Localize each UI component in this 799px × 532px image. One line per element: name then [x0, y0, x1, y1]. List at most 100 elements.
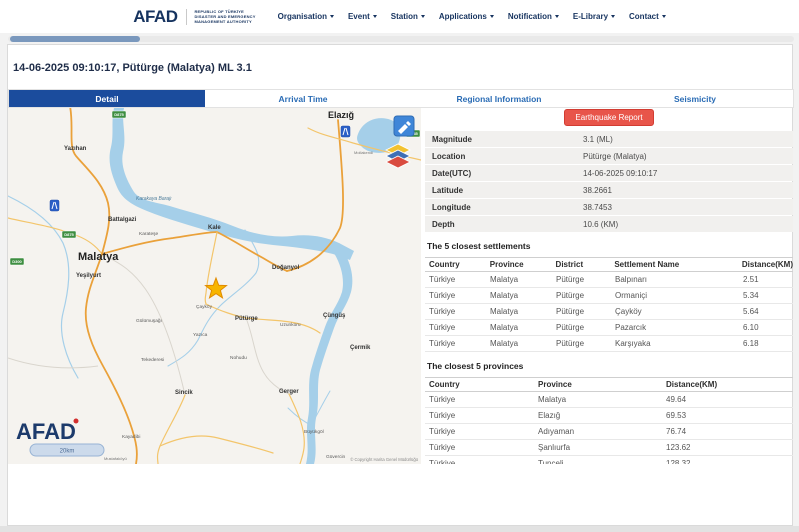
chevron-down-icon	[330, 15, 334, 18]
road-malatya-south	[86, 254, 137, 464]
map-label-yesilyurt: Yeşilyurt	[76, 273, 101, 279]
road-malatya-kale	[102, 232, 217, 254]
table-row: TürkiyeMalatyaPütürgeOrmaniçi5.34	[425, 288, 793, 304]
afad-logo[interactable]: AFAD REPUBLIC OF TÜRKİYE DISASTER AND EM…	[133, 7, 255, 27]
table-row: TürkiyeŞanlıurfa123.62	[425, 440, 793, 456]
motorway-marker-icon	[341, 126, 350, 137]
minor-road	[8, 358, 98, 368]
main-nav: Organisation Event Station Applications …	[278, 12, 666, 21]
motorway-marker-icon	[50, 200, 59, 211]
table-row: TürkiyeMalatya49.64	[425, 392, 793, 408]
map-label-mustafakoy: Mustafaköyü	[104, 456, 127, 461]
tab-regional-information[interactable]: Regional Information	[401, 90, 597, 107]
karakaya-reservoir-water	[110, 108, 354, 260]
map-label-puturge: Pütürge	[235, 316, 258, 322]
map-label-uzunkoru: Uzunkoru	[280, 322, 301, 328]
afad-logo-text: AFAD	[133, 7, 177, 27]
road-bottom-link	[160, 436, 273, 453]
horizontal-scrollbar[interactable]	[8, 36, 794, 42]
road-sincik-south	[158, 395, 186, 464]
detail-row: Location Pütürge (Malatya)	[425, 148, 793, 164]
chevron-down-icon	[421, 15, 425, 18]
nav-item-organisation[interactable]: Organisation	[278, 12, 334, 21]
bottom-strip	[0, 526, 799, 532]
map-label-kayadibi: Kayadibi	[122, 434, 140, 440]
nav-item-notification[interactable]: Notification	[508, 12, 559, 21]
map-label-doganyol: Doğanyol	[272, 265, 300, 271]
earthquake-report-button[interactable]: Earthquake Report	[564, 109, 653, 126]
map-label-gulumusagi: Gülümuşağı	[136, 318, 162, 324]
table-row: TürkiyeMalatyaPütürgeÇayköy5.64	[425, 304, 793, 320]
page: AFAD REPUBLIC OF TÜRKİYE DISASTER AND EM…	[0, 0, 799, 532]
road-gerger-south	[289, 394, 304, 464]
svg-text:D875: D875	[114, 112, 124, 117]
tab-detail[interactable]: Detail	[9, 90, 205, 107]
nav-item-event[interactable]: Event	[348, 12, 377, 21]
tab-arrival-time[interactable]: Arrival Time	[205, 90, 401, 107]
nav-item-applications[interactable]: Applications	[439, 12, 494, 21]
settlements-table: Country Province District Settlement Nam…	[425, 257, 793, 352]
map-label-battalgazi: Battalgazi	[108, 217, 137, 223]
detail-row: Magnitude 3.1 (ML)	[425, 131, 793, 147]
map-label-cungus: Çüngüş	[323, 313, 346, 319]
nav-item-elibrary[interactable]: E-Library	[573, 12, 615, 21]
road-shield-d875-west: D875	[62, 231, 76, 238]
scrollbar-thumb[interactable]	[10, 36, 140, 42]
map-label-tekederesi: Tekederesi	[141, 357, 164, 363]
chevron-down-icon	[490, 15, 494, 18]
chevron-down-icon	[555, 15, 559, 18]
detail-panel: Earthquake Report Magnitude 3.1 (ML) Loc…	[425, 108, 793, 464]
map-label-cermik: Çermik	[350, 345, 371, 351]
secondary-road	[8, 218, 102, 254]
table-row: TürkiyeTunceli128.32	[425, 456, 793, 464]
settlements-header: Country Province District Settlement Nam…	[425, 257, 793, 272]
map-label-kale: Kale	[208, 225, 221, 231]
map-label-mollakendi: Mollakendi	[354, 150, 373, 155]
svg-text:D875: D875	[64, 232, 74, 237]
logo-tagline: REPUBLIC OF TÜRKİYE DISASTER AND EMERGEN…	[194, 9, 255, 25]
epicenter-star-icon[interactable]	[206, 278, 227, 298]
map-afad-watermark: AFAD	[16, 419, 79, 445]
table-row: TürkiyeElazığ69.53	[425, 408, 793, 424]
map-label-nohudu: Nohudu	[230, 355, 247, 361]
detail-row: Latitude 38.2661	[425, 182, 793, 198]
tab-seismicity[interactable]: Seismicity	[597, 90, 793, 107]
provinces-title: The closest 5 provinces	[427, 361, 793, 371]
map-label-elazig: Elazığ	[328, 110, 354, 120]
map[interactable]: D875 D875 D300 D885	[8, 108, 421, 464]
map-label-sincik: Sincik	[175, 390, 193, 396]
map-label-karakaya: Karakaya Barajı	[136, 196, 172, 202]
map-scale-bar: 20km	[30, 444, 104, 456]
minor-road	[246, 318, 289, 394]
road-shield-d300: D300	[10, 258, 24, 265]
road-caykoy-puturge	[206, 304, 320, 333]
detail-table: Magnitude 3.1 (ML) Location Pütürge (Mal…	[425, 131, 793, 232]
table-row: TürkiyeMalatyaPütürgeBalpınarı2.51	[425, 272, 793, 288]
map-edit-control[interactable]	[394, 116, 414, 136]
chevron-down-icon	[373, 15, 377, 18]
detail-row: Date(UTC) 14-06-2025 09:10:17	[425, 165, 793, 181]
tab-bar: Detail Arrival Time Regional Information…	[8, 89, 794, 108]
chevron-down-icon	[662, 15, 666, 18]
map-label-caykoy: Çayköy	[196, 304, 213, 310]
table-row: TürkiyeAdıyaman76.74	[425, 424, 793, 440]
river-west	[8, 196, 78, 378]
svg-text:D300: D300	[12, 259, 22, 264]
road-shield-d875-north: D875	[112, 111, 126, 118]
map-copyright: © Copyright Harita Genel Müdürlüğü	[350, 457, 418, 462]
nav-item-station[interactable]: Station	[391, 12, 425, 21]
table-row: TürkiyeMalatyaPütürgeKarşıyaka6.18	[425, 336, 793, 352]
settlements-title: The 5 closest settlements	[427, 241, 793, 251]
chevron-down-icon	[611, 15, 615, 18]
table-row: TürkiyeMalatyaPütürgePazarcık6.10	[425, 320, 793, 336]
nav-item-contact[interactable]: Contact	[629, 12, 666, 21]
provinces-header: Country Province Distance(KM)	[425, 377, 793, 392]
map-label-yazica: Yazıca	[193, 332, 208, 338]
detail-row: Longitude 38.7453	[425, 199, 793, 215]
detail-row: Depth 10.6 (KM)	[425, 216, 793, 232]
svg-text:20km: 20km	[60, 449, 75, 455]
map-label-malatya: Malatya	[78, 251, 119, 263]
map-label-yazihan: Yazıhan	[64, 146, 87, 152]
map-label-guvercin: Güvercin	[326, 454, 346, 460]
map-label-gerger: Gerger	[279, 389, 299, 395]
